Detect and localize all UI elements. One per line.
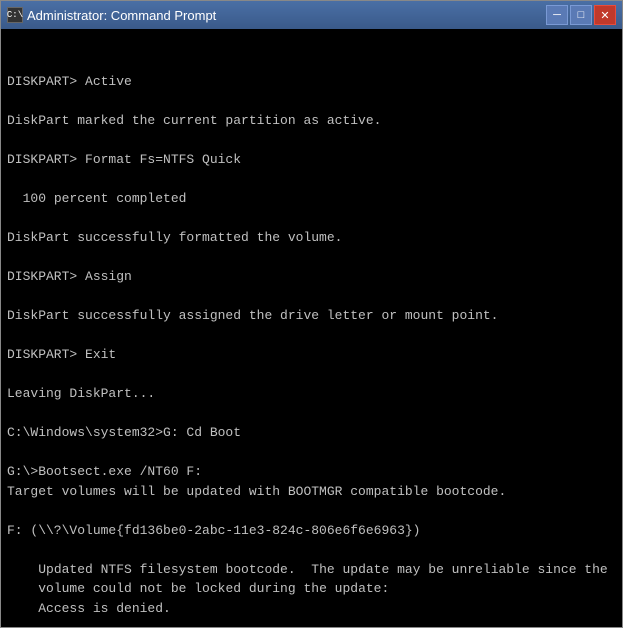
console-line: Updated NTFS filesystem bootcode. The up… xyxy=(7,560,616,580)
console-line xyxy=(7,209,616,229)
console-line: DiskPart marked the current partition as… xyxy=(7,111,616,131)
maximize-button[interactable]: □ xyxy=(570,5,592,25)
console-line: DiskPart successfully assigned the drive… xyxy=(7,306,616,326)
console-line xyxy=(7,618,616,627)
window-icon: C:\ xyxy=(7,7,23,23)
console-line: F: (\\?\Volume{fd136be0-2abc-11e3-824c-8… xyxy=(7,521,616,541)
console-line xyxy=(7,131,616,151)
console-line xyxy=(7,443,616,463)
console-line: Access is denied. xyxy=(7,599,616,619)
console-output[interactable]: DISKPART> Active DiskPart marked the cur… xyxy=(1,29,622,627)
console-line: C:\Windows\system32>G: Cd Boot xyxy=(7,423,616,443)
console-line xyxy=(7,365,616,385)
console-line: G:\>Bootsect.exe /NT60 F: xyxy=(7,462,616,482)
console-line xyxy=(7,326,616,346)
minimize-button[interactable]: ─ xyxy=(546,5,568,25)
console-line: 100 percent completed xyxy=(7,189,616,209)
console-line: DISKPART> Assign xyxy=(7,267,616,287)
console-line xyxy=(7,287,616,307)
console-line xyxy=(7,404,616,424)
console-line xyxy=(7,501,616,521)
console-line xyxy=(7,540,616,560)
console-line: DiskPart successfully formatted the volu… xyxy=(7,228,616,248)
console-line: Leaving DiskPart... xyxy=(7,384,616,404)
close-button[interactable]: ✕ xyxy=(594,5,616,25)
title-bar-controls: ─ □ ✕ xyxy=(546,5,616,25)
console-line: DISKPART> Format Fs=NTFS Quick xyxy=(7,150,616,170)
console-line: DISKPART> Exit xyxy=(7,345,616,365)
console-line xyxy=(7,170,616,190)
console-line xyxy=(7,92,616,112)
command-prompt-window: C:\ Administrator: Command Prompt ─ □ ✕ … xyxy=(0,0,623,628)
title-bar-left: C:\ Administrator: Command Prompt xyxy=(7,7,216,23)
title-bar: C:\ Administrator: Command Prompt ─ □ ✕ xyxy=(1,1,622,29)
console-line: DISKPART> Active xyxy=(7,72,616,92)
window-title: Administrator: Command Prompt xyxy=(27,8,216,23)
console-line: volume could not be locked during the up… xyxy=(7,579,616,599)
console-line: Target volumes will be updated with BOOT… xyxy=(7,482,616,502)
console-line xyxy=(7,248,616,268)
